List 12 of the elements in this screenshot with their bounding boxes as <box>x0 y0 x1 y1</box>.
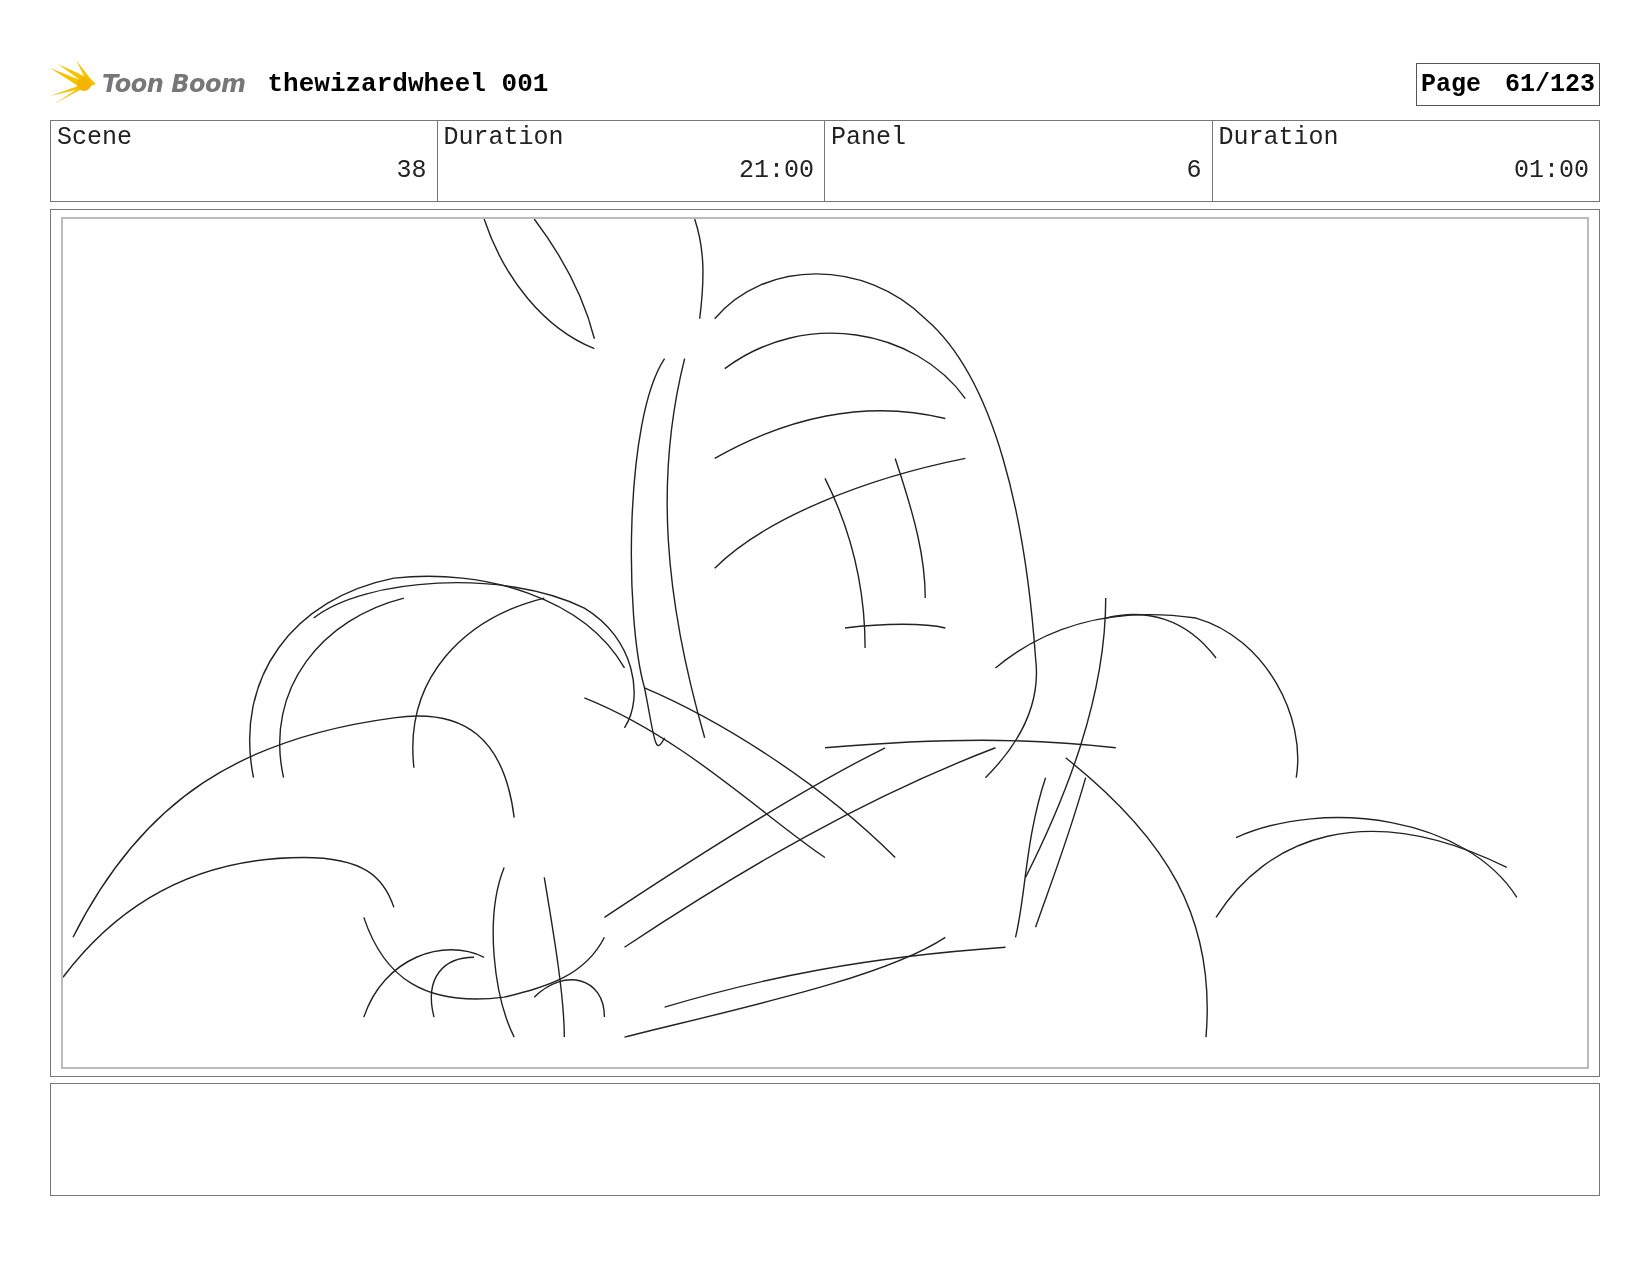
page-label: Page <box>1420 69 1481 99</box>
column-header: Duration <box>1218 123 1340 152</box>
logo-text: Toon Boom <box>102 70 246 98</box>
document-title: thewizardwheel 001 <box>267 69 549 99</box>
table-cell-text: 6 <box>1185 156 1202 185</box>
table-cell-text: 21:00 <box>738 156 814 185</box>
table-cell-text: 01:00 <box>1513 156 1589 185</box>
column-header: Scene <box>57 123 133 152</box>
page-number: 61/123 <box>1505 69 1595 99</box>
table-cell-text: 38 <box>395 156 427 185</box>
column-header: Panel <box>831 123 907 152</box>
column-header: Duration <box>443 123 565 152</box>
